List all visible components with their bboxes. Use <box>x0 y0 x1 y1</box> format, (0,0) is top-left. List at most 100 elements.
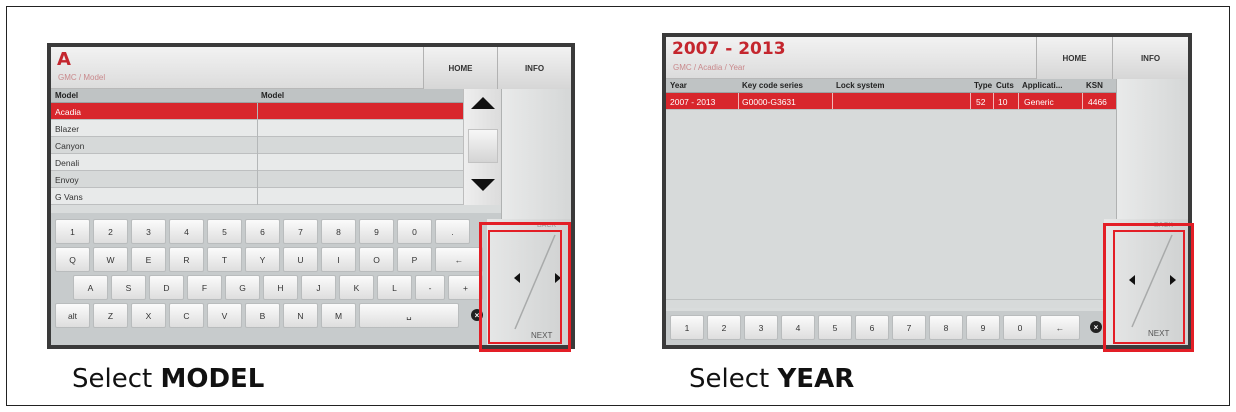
key-m[interactable]: M <box>321 303 356 328</box>
table-empty-area <box>666 110 1116 308</box>
column-header-lock-system: Lock system <box>836 81 885 90</box>
list-item-label: G Vans <box>55 192 83 202</box>
num-key-3[interactable]: 3 <box>744 315 778 340</box>
num-key-5[interactable]: 5 <box>818 315 852 340</box>
key-2[interactable]: 2 <box>93 219 128 244</box>
key-7[interactable]: 7 <box>283 219 318 244</box>
key-o[interactable]: O <box>359 247 394 272</box>
right-side-panel <box>1116 79 1188 219</box>
caption-bold: MODEL <box>160 364 265 394</box>
caption-bold: YEAR <box>777 364 855 394</box>
column-header-year: Year <box>670 81 687 90</box>
list-scrollbar[interactable] <box>463 89 501 205</box>
key-d[interactable]: D <box>149 275 184 300</box>
page-title: 2007 - 2013 <box>672 39 786 59</box>
key-6[interactable]: 6 <box>245 219 280 244</box>
caption-select-model: Select MODEL <box>72 364 264 394</box>
num-key-0[interactable]: 0 <box>1003 315 1037 340</box>
column-header-model: Model <box>55 91 79 100</box>
key-9[interactable]: 9 <box>359 219 394 244</box>
scroll-up-icon[interactable] <box>471 97 495 109</box>
clear-icon[interactable]: × <box>1090 321 1102 333</box>
table-header: Model Model <box>51 89 463 103</box>
key-n[interactable]: N <box>283 303 318 328</box>
left-highlight-inner <box>488 230 562 344</box>
key-dot[interactable]: . <box>435 219 470 244</box>
home-button[interactable]: HOME <box>1036 37 1112 79</box>
page-title: A <box>57 49 71 70</box>
key-c[interactable]: C <box>169 303 204 328</box>
key-q[interactable]: Q <box>55 247 90 272</box>
key-k[interactable]: K <box>339 275 374 300</box>
left-side-panel <box>501 89 571 219</box>
left-header: A GMC / Model HOME INFO <box>51 47 571 89</box>
cell-key-code-series: G0000-G3631 <box>742 97 796 107</box>
key-4[interactable]: 4 <box>169 219 204 244</box>
cell-type: 52 <box>976 97 986 107</box>
list-item-label: Blazer <box>55 124 80 134</box>
num-key-8[interactable]: 8 <box>929 315 963 340</box>
key-z[interactable]: Z <box>93 303 128 328</box>
key-f[interactable]: F <box>187 275 222 300</box>
key-minus[interactable]: - <box>415 275 445 300</box>
list-item-label: Denali <box>55 158 80 168</box>
column-header-model-2: Model <box>261 91 285 100</box>
table-row[interactable]: 2007 - 2013 G0000-G3631 52 10 Generic 44… <box>666 93 1116 110</box>
key-alt[interactable]: alt <box>55 303 90 328</box>
column-divider <box>257 103 258 205</box>
column-header-key-code-series: Key code series <box>742 81 803 90</box>
table-bottom-rule <box>666 299 1116 300</box>
table-header: Year Key code series Lock system Type Cu… <box>666 79 1116 93</box>
info-button[interactable]: INFO <box>497 47 571 89</box>
key-t[interactable]: T <box>207 247 242 272</box>
key-l[interactable]: L <box>377 275 412 300</box>
key-3[interactable]: 3 <box>131 219 166 244</box>
num-key-backspace[interactable]: ← <box>1040 315 1080 340</box>
num-key-2[interactable]: 2 <box>707 315 741 340</box>
num-key-1[interactable]: 1 <box>670 315 704 340</box>
key-space[interactable]: ␣ <box>359 303 459 328</box>
scroll-thumb[interactable] <box>468 129 498 163</box>
home-button[interactable]: HOME <box>423 47 497 89</box>
key-x[interactable]: X <box>131 303 166 328</box>
caption-select-year: Select YEAR <box>689 364 854 394</box>
key-w[interactable]: W <box>93 247 128 272</box>
info-button[interactable]: INFO <box>1112 37 1188 79</box>
key-h[interactable]: H <box>263 275 298 300</box>
breadcrumb: GMC / Acadia / Year <box>673 63 746 72</box>
num-key-7[interactable]: 7 <box>892 315 926 340</box>
list-item-label: Canyon <box>55 141 85 151</box>
key-y[interactable]: Y <box>245 247 280 272</box>
key-v[interactable]: V <box>207 303 242 328</box>
key-b[interactable]: B <box>245 303 280 328</box>
key-i[interactable]: I <box>321 247 356 272</box>
num-key-6[interactable]: 6 <box>855 315 889 340</box>
key-5[interactable]: 5 <box>207 219 242 244</box>
key-u[interactable]: U <box>283 247 318 272</box>
key-p[interactable]: P <box>397 247 432 272</box>
caption-prefix: Select <box>72 364 161 394</box>
cell-application: Generic <box>1024 97 1054 107</box>
cell-cuts: 10 <box>998 97 1008 107</box>
column-header-application: Applicati... <box>1022 81 1063 90</box>
key-plus[interactable]: + <box>448 275 483 300</box>
key-1[interactable]: 1 <box>55 219 90 244</box>
key-8[interactable]: 8 <box>321 219 356 244</box>
cell-ksn: 4466 <box>1088 97 1107 107</box>
num-key-9[interactable]: 9 <box>966 315 1000 340</box>
list-item-label: Acadia <box>55 107 81 117</box>
key-s[interactable]: S <box>111 275 146 300</box>
breadcrumb: GMC / Model <box>58 73 106 82</box>
key-e[interactable]: E <box>131 247 166 272</box>
key-r[interactable]: R <box>169 247 204 272</box>
num-key-4[interactable]: 4 <box>781 315 815 340</box>
key-j[interactable]: J <box>301 275 336 300</box>
scroll-down-icon[interactable] <box>471 179 495 191</box>
key-a[interactable]: A <box>73 275 108 300</box>
cell-year: 2007 - 2013 <box>670 97 716 107</box>
key-0[interactable]: 0 <box>397 219 432 244</box>
key-g[interactable]: G <box>225 275 260 300</box>
key-backspace[interactable]: ← <box>435 247 483 272</box>
column-header-cuts: Cuts <box>996 81 1014 90</box>
column-header-ksn: KSN <box>1086 81 1103 90</box>
